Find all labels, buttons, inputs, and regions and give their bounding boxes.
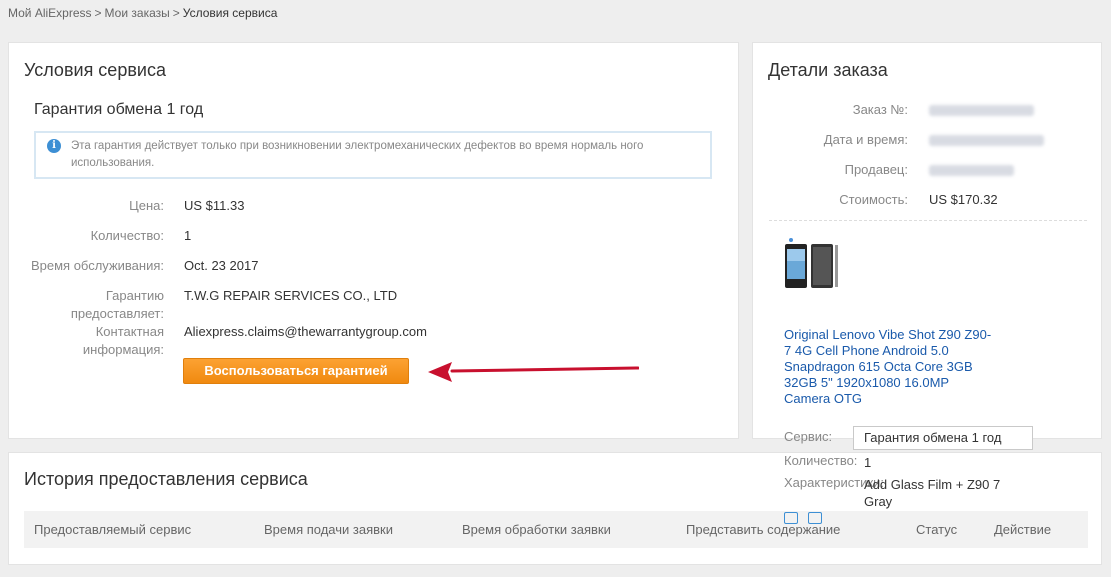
red-arrow-annotation (428, 362, 639, 382)
order-number-label: Заказ №: (852, 102, 908, 117)
characteristics-value: Add Glass Film + Z90 7 Gray (864, 477, 1001, 509)
cost-label: Стоимость: (839, 192, 908, 207)
warranty-info-box: i Эта гарантия действует только при возн… (34, 131, 712, 179)
use-warranty-button[interactable]: Воспользоваться гарантией (183, 358, 409, 384)
col-action: Действие (994, 522, 1052, 537)
history-title: История предоставления сервиса (24, 469, 308, 489)
col-request-time: Время подачи заявки (264, 522, 393, 537)
breadcrumb-separator: > (172, 6, 180, 20)
col-status: Статус (916, 522, 958, 537)
quantity-value: 1 (184, 228, 192, 243)
breadcrumb-separator: > (94, 6, 102, 20)
service-time-label: Время обслуживания: (30, 258, 164, 273)
details-divider (769, 220, 1087, 221)
order-details-panel: Детали заказа Заказ №: Дата и время: Про… (752, 42, 1102, 439)
detail-quantity-label: Количество: (784, 453, 858, 468)
breadcrumb-current: Условия сервиса (182, 6, 278, 20)
order-date-label: Дата и время: (823, 132, 908, 147)
details-title: Детали заказа (768, 60, 888, 80)
product-title-link[interactable]: Original Lenovo Vibe Shot Z90 Z90-7 4G C… (784, 327, 994, 407)
price-value: US $11.33 (184, 198, 245, 213)
provider-label: Гарантию предоставляет: (70, 288, 164, 321)
breadcrumb-my-aliexpress[interactable]: Мой AliExpress (8, 6, 92, 20)
service-select[interactable]: Гарантия обмена 1 год (853, 426, 1033, 450)
provider-value: T.W.G REPAIR SERVICES CO., LTD (184, 288, 398, 303)
product-image[interactable] (783, 235, 843, 297)
truck-icon[interactable] (784, 512, 798, 524)
service-label: Сервис: (784, 429, 833, 444)
history-table-header: Предоставляемый сервис Время подачи заяв… (24, 511, 1088, 548)
breadcrumb-my-orders[interactable]: Мои заказы (105, 6, 170, 20)
service-conditions-panel: Условия сервиса Гарантия обмена 1 год i … (8, 42, 739, 439)
seller-label: Продавец: (844, 162, 908, 177)
breadcrumb: Мой AliExpress > Мои заказы > Условия сервис… (8, 6, 277, 20)
col-provided-service: Предоставляемый сервис (34, 522, 192, 537)
service-time-value: Oct. 23 2017 (184, 258, 259, 273)
quantity-label: Количество: (90, 228, 164, 243)
price-label: Цена: (129, 198, 164, 213)
warranty-info-text: Эта гарантия действует только при возник… (71, 140, 644, 169)
order-number-blurred (929, 105, 1034, 116)
seller-blurred (929, 165, 1014, 176)
cost-value: US $170.32 (929, 192, 998, 207)
service-title: Условия сервиса (24, 60, 166, 80)
contact-value: Aliexpress.claims@thewarrantygroup.com (184, 324, 427, 339)
col-processing-time: Время обработки заявки (462, 522, 611, 537)
return-icon[interactable] (808, 512, 822, 524)
contact-label: Контактная информация: (82, 324, 164, 357)
warranty-title: Гарантия обмена 1 год (34, 101, 204, 118)
order-date-blurred (929, 135, 1044, 146)
info-icon: i (47, 139, 61, 153)
detail-quantity-value: 1 (864, 455, 872, 470)
action-icons (784, 511, 832, 529)
